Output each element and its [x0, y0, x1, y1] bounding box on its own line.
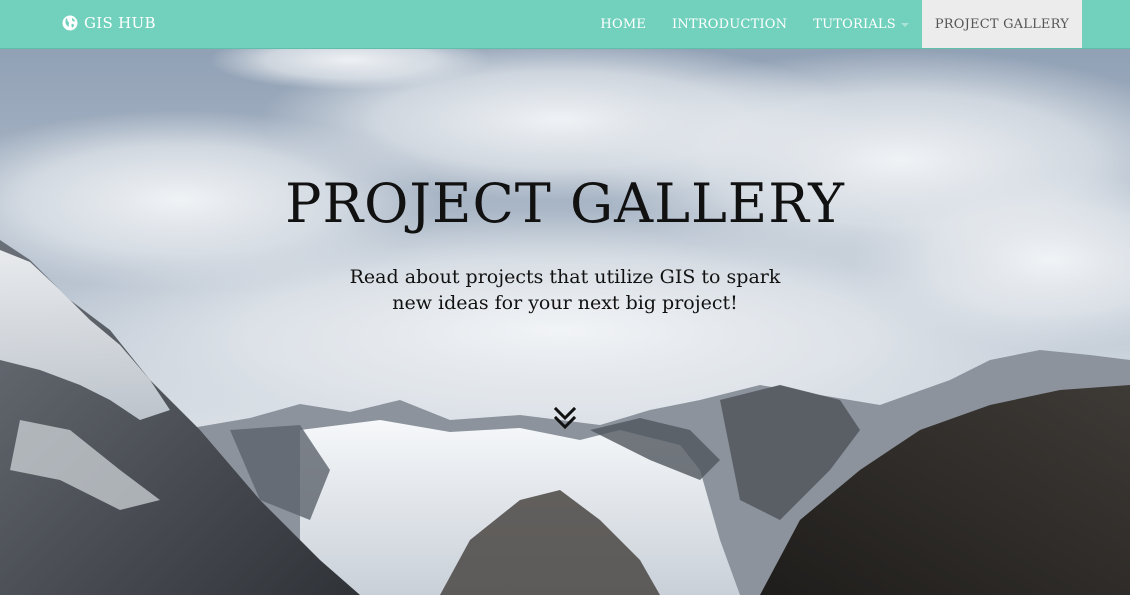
caret-down-icon — [900, 23, 909, 27]
nav-item-label: TUTORIALS — [813, 16, 896, 32]
main-nav: HOME INTRODUCTION TUTORIALS PROJECT GALL… — [587, 0, 1082, 48]
nav-item-label: HOME — [600, 16, 647, 32]
navbar: GIS HUB HOME INTRODUCTION TUTORIALS PROJ… — [0, 0, 1130, 49]
hero-subtitle-line: Read about projects that utilize GIS to … — [349, 266, 781, 288]
double-chevron-down-icon[interactable] — [553, 406, 577, 432]
nav-item-project-gallery[interactable]: PROJECT GALLERY — [921, 0, 1082, 48]
nav-item-home[interactable]: HOME — [587, 0, 659, 48]
hero-subtitle-line: new ideas for your next big project! — [392, 292, 738, 314]
page: GIS HUB HOME INTRODUCTION TUTORIALS PROJ… — [0, 0, 1130, 595]
globe-icon — [62, 15, 78, 31]
nav-item-label: INTRODUCTION — [672, 16, 788, 32]
brand-label: GIS HUB — [84, 14, 156, 32]
nav-item-label: PROJECT GALLERY — [934, 16, 1069, 32]
brand-link[interactable]: GIS HUB — [62, 14, 156, 32]
nav-item-tutorials[interactable]: TUTORIALS — [800, 0, 922, 48]
hero-title: PROJECT GALLERY — [285, 172, 845, 235]
nav-item-introduction[interactable]: INTRODUCTION — [659, 0, 800, 48]
hero-subtitle: Read about projects that utilize GIS to … — [0, 264, 1130, 316]
